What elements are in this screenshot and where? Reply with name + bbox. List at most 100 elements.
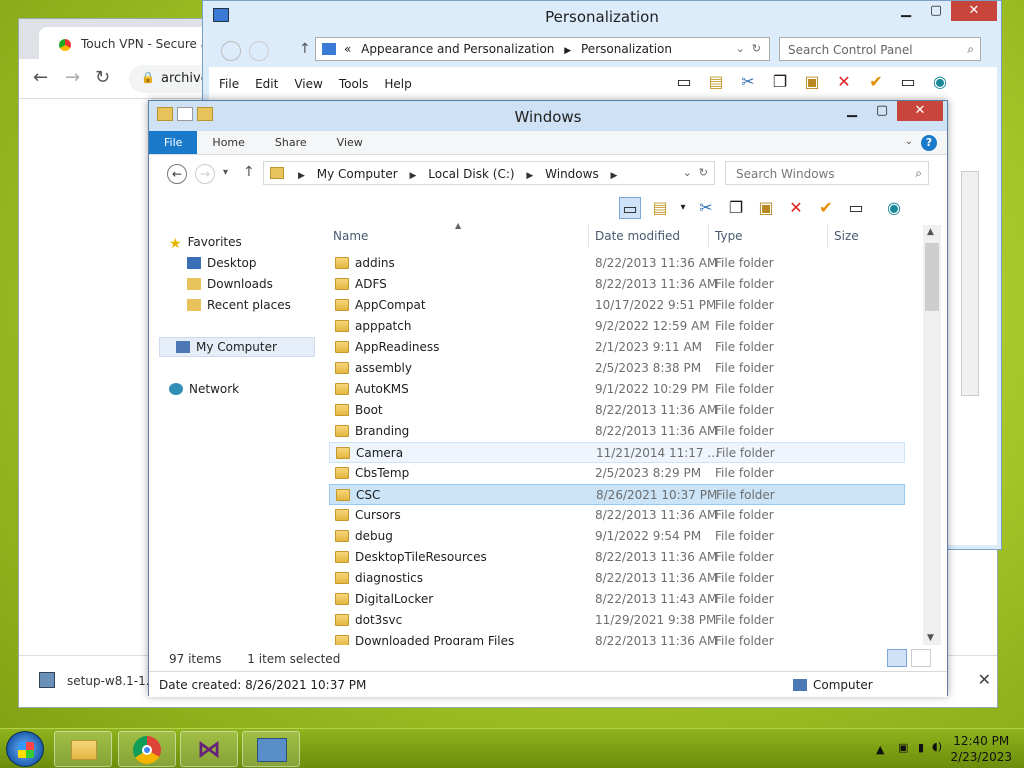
file-list-scrollbar[interactable]: ▲ ▼ — [923, 225, 941, 645]
table-row[interactable]: ADFS 8/22/2013 11:36 AM File folder — [329, 274, 905, 295]
check-icon[interactable]: ✔ — [815, 197, 837, 219]
table-row[interactable]: AutoKMS 9/1/2022 10:29 PM File folder — [329, 379, 905, 400]
table-row[interactable]: diagnostics 8/22/2013 11:36 AM File folder — [329, 568, 905, 589]
taskbar-clock[interactable]: 12:40 PM 2/23/2023 — [950, 733, 1012, 765]
table-row[interactable]: CSC 8/26/2021 10:37 PM File folder — [329, 484, 905, 505]
menu-tools[interactable]: Tools — [339, 77, 369, 91]
address-root-chevron-icon[interactable]: ▶ — [298, 171, 305, 181]
breadcrumb-chevron-icon[interactable]: ▶ — [526, 171, 533, 181]
explorer-maximize-button[interactable]: ▢ — [867, 101, 897, 121]
details-view-icon[interactable] — [887, 649, 907, 667]
minimize-button[interactable]: ▁ — [891, 1, 921, 21]
properties-icon[interactable]: ▤ — [705, 71, 727, 93]
perso-up-icon[interactable]: ↑ — [299, 41, 311, 57]
ribbon-tab-view[interactable]: View — [322, 131, 378, 154]
delete-icon[interactable]: ✕ — [785, 197, 807, 219]
properties-dropdown-icon[interactable]: ▾ — [679, 197, 687, 219]
ribbon-tab-share[interactable]: Share — [260, 131, 322, 154]
check-icon[interactable]: ✔ — [865, 71, 887, 93]
copy-icon[interactable]: ❐ — [769, 71, 791, 93]
copy-icon[interactable]: ❐ — [725, 197, 747, 219]
nav-downloads[interactable]: Downloads — [187, 277, 273, 291]
forward-arrow-icon[interactable]: → — [65, 67, 80, 88]
chrome-tab[interactable]: Touch VPN - Secure and u — [39, 27, 229, 59]
table-row[interactable]: Boot 8/22/2013 11:36 AM File folder — [329, 400, 905, 421]
reload-icon[interactable]: ↻ — [95, 67, 110, 88]
explorer-minimize-button[interactable]: ▁ — [837, 101, 867, 121]
address-bar[interactable]: ▶ My Computer ▶ Local Disk (C:) ▶ Window… — [263, 161, 715, 185]
explorer-close-button[interactable]: ✕ — [897, 101, 943, 121]
ribbon-tab-home[interactable]: Home — [197, 131, 259, 154]
table-row[interactable]: CbsTemp 2/5/2023 8:29 PM File folder — [329, 463, 905, 484]
volume-tray-icon[interactable]: ◖) — [932, 740, 942, 753]
scrollbar-thumb[interactable] — [925, 243, 939, 311]
table-row[interactable]: AppReadiness 2/1/2023 9:11 AM File folder — [329, 337, 905, 358]
table-row[interactable]: DigitalLocker 8/22/2013 11:43 AM File fold… — [329, 589, 905, 610]
column-date-modified[interactable]: Date modified — [595, 229, 680, 243]
ribbon-expand-icon[interactable]: ⌄ — [905, 136, 913, 147]
table-row[interactable]: Cursors 8/22/2013 11:36 AM File folder — [329, 505, 905, 526]
column-divider[interactable] — [708, 225, 709, 247]
taskbar-explorer[interactable] — [54, 731, 112, 767]
recent-locations-icon[interactable]: ▾ — [223, 167, 228, 178]
nav-favorites[interactable]: ★ Favorites — [169, 235, 242, 252]
taskbar-control-panel[interactable] — [242, 731, 300, 767]
forward-icon[interactable]: → — [195, 164, 215, 184]
table-row[interactable]: AppCompat 10/17/2022 9:51 PM File folder — [329, 295, 905, 316]
large-icons-view-icon[interactable] — [911, 649, 931, 667]
scroll-up-icon[interactable]: ▲ — [927, 227, 934, 237]
table-row[interactable]: dot3svc 11/29/2021 9:38 PM File folder — [329, 610, 905, 631]
maximize-button[interactable]: ▢ — [921, 1, 951, 21]
menu-file[interactable]: File — [219, 77, 239, 91]
column-divider[interactable] — [588, 225, 589, 247]
table-row[interactable]: Camera 11/21/2014 11:17 ... File folder — [329, 442, 905, 463]
start-button[interactable] — [6, 731, 44, 767]
help-icon[interactable]: ? — [921, 135, 937, 151]
paste-icon[interactable]: ▣ — [755, 197, 777, 219]
perso-scrollbar[interactable] — [961, 171, 979, 396]
search-input[interactable]: Search Windows ⌕ — [725, 161, 929, 185]
nav-network[interactable]: Network — [169, 382, 239, 396]
power-tray-icon[interactable]: ▮ — [918, 741, 924, 754]
table-row[interactable]: debug 9/1/2022 9:54 PM File folder — [329, 526, 905, 547]
up-icon[interactable]: ↑ — [243, 164, 255, 180]
globe-icon[interactable]: ◉ — [883, 197, 905, 219]
menu-edit[interactable]: Edit — [255, 77, 278, 91]
perso-search-input[interactable]: Search Control Panel ⌕ — [779, 37, 981, 61]
globe-icon[interactable]: ◉ — [929, 71, 951, 93]
column-type[interactable]: Type — [715, 229, 743, 243]
perso-refresh-icon[interactable]: ⌄ ↻ — [736, 42, 761, 55]
table-row[interactable]: addins 8/22/2013 11:36 AM File folder — [329, 253, 905, 274]
table-row[interactable]: Downloaded Program Files 8/22/2013 11:36 … — [329, 631, 905, 645]
close-button[interactable]: ✕ — [951, 1, 997, 21]
delete-icon[interactable]: ✕ — [833, 71, 855, 93]
tray-expand-icon[interactable]: ▲ — [876, 743, 884, 756]
table-row[interactable]: assembly 2/5/2023 8:38 PM File folder — [329, 358, 905, 379]
breadcrumb-chevron-icon[interactable]: ▶ — [611, 171, 618, 181]
perso-forward-icon[interactable] — [249, 41, 269, 61]
breadcrumb-personalization[interactable]: Personalization — [581, 42, 672, 56]
perso-address-bar[interactable]: « Appearance and Personalization ▶ Perso… — [315, 37, 770, 61]
breadcrumb-windows[interactable]: Windows — [545, 167, 599, 181]
column-size[interactable]: Size — [834, 229, 859, 243]
rename-icon[interactable]: ▭ — [897, 71, 919, 93]
taskbar-visual-studio[interactable]: ⋈ — [180, 731, 238, 767]
column-divider[interactable] — [827, 225, 828, 247]
nav-recent-places[interactable]: Recent places — [187, 298, 291, 312]
nav-my-computer[interactable]: My Computer — [159, 337, 315, 357]
cut-icon[interactable]: ✂ — [737, 71, 759, 93]
address-refresh-icon[interactable]: ⌄ ↻ — [683, 166, 708, 179]
download-filename[interactable]: setup-w8.1-1.4 — [67, 674, 157, 688]
table-row[interactable]: apppatch 9/2/2022 12:59 AM File folder — [329, 316, 905, 337]
back-icon[interactable]: ← — [167, 164, 187, 184]
breadcrumb-local-disk[interactable]: Local Disk (C:) — [428, 167, 514, 181]
preview-pane-icon[interactable]: ▭ — [619, 197, 641, 219]
perso-back-icon[interactable] — [221, 41, 241, 61]
network-tray-icon[interactable]: ▣ — [898, 741, 908, 754]
table-row[interactable]: Branding 8/22/2013 11:36 AM File folder — [329, 421, 905, 442]
paste-icon[interactable]: ▣ — [801, 71, 823, 93]
menu-help[interactable]: Help — [384, 77, 411, 91]
scroll-down-icon[interactable]: ▼ — [927, 633, 934, 643]
breadcrumb-my-computer[interactable]: My Computer — [317, 167, 398, 181]
column-name[interactable]: Name — [333, 229, 368, 243]
